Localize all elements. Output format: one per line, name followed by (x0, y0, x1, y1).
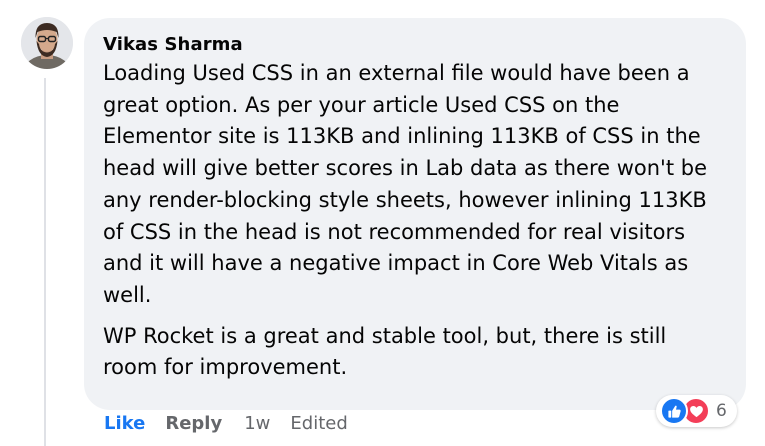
comment: Vikas Sharma Loading Used CSS in an exte… (0, 0, 765, 446)
avatar[interactable] (21, 17, 73, 69)
comment-bubble: Vikas Sharma Loading Used CSS in an exte… (84, 18, 746, 410)
comment-body: Loading Used CSS in an external file wou… (103, 58, 718, 384)
comment-paragraph: Loading Used CSS in an external file wou… (103, 61, 707, 307)
comment-paragraph: WP Rocket is a great and stable tool, bu… (103, 323, 667, 380)
comment-actions: Like Reply 1w Edited (104, 412, 348, 436)
author-name[interactable]: Vikas Sharma (103, 34, 718, 56)
edited-label[interactable]: Edited (290, 412, 347, 436)
avatar-image (21, 17, 73, 69)
reaction-count: 6 (716, 401, 727, 421)
timestamp-link[interactable]: 1w (244, 412, 270, 436)
thread-line (44, 78, 46, 446)
thumbs-up-icon (660, 397, 688, 425)
reactions-summary[interactable]: 6 (656, 395, 737, 427)
like-button[interactable]: Like (104, 412, 145, 436)
reply-button[interactable]: Reply (165, 412, 222, 436)
